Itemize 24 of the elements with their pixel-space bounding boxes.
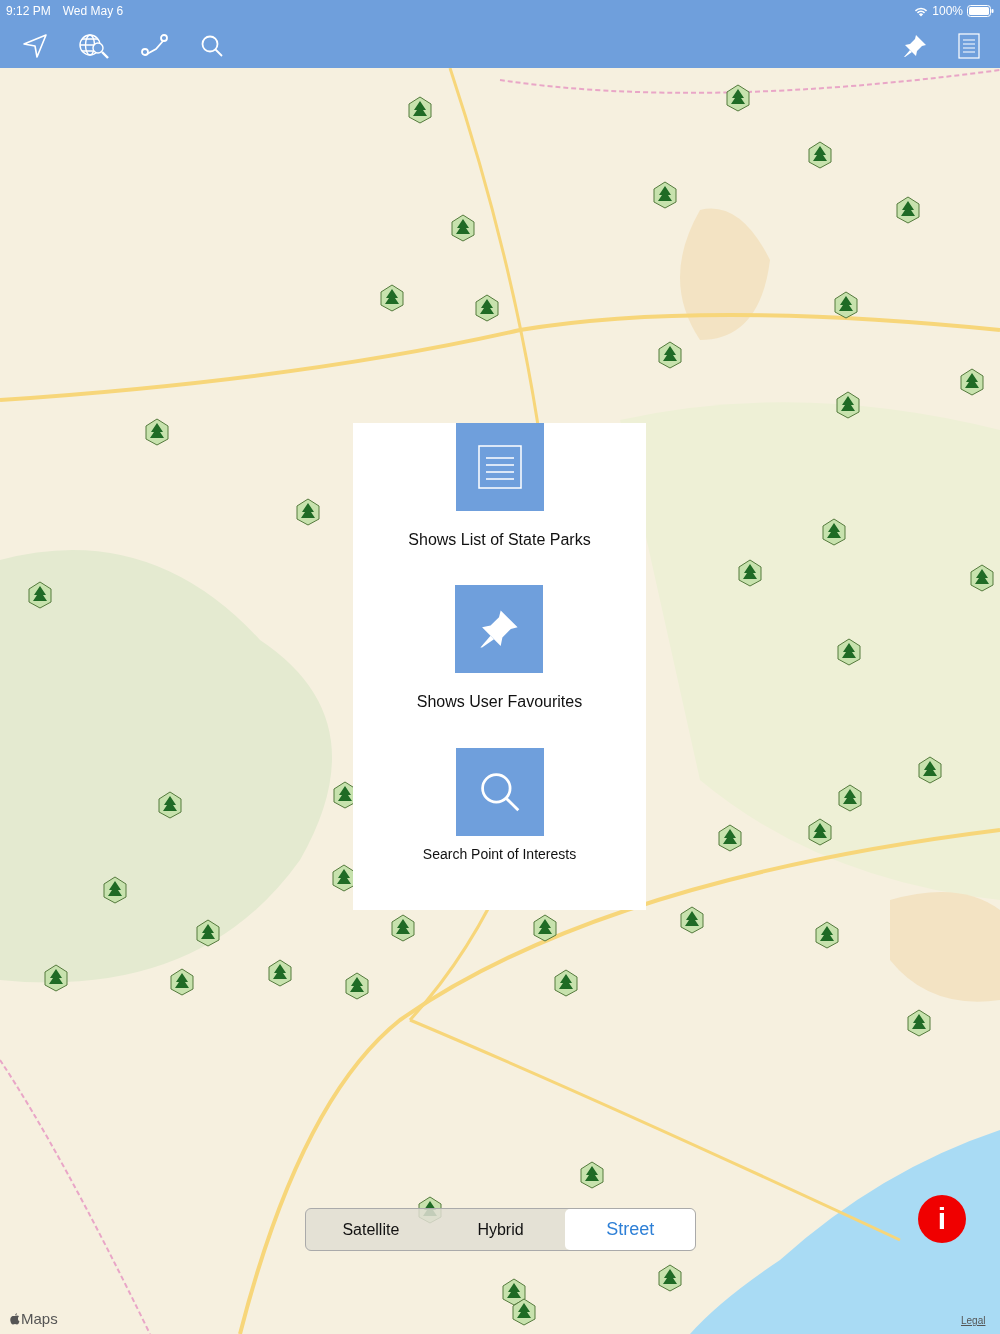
- route-icon[interactable]: [140, 33, 170, 59]
- maps-logo: Maps: [21, 1310, 58, 1327]
- pushpin-icon[interactable]: [902, 33, 928, 59]
- list-icon[interactable]: [958, 33, 980, 59]
- status-date: Wed May 6: [62, 4, 124, 18]
- map-type-segment[interactable]: Hybrid: [435, 1209, 566, 1250]
- menu-label[interactable]: Search Point of Interests: [422, 845, 577, 862]
- battery-icon: [967, 5, 994, 17]
- menu-label[interactable]: Shows User Favourites: [416, 693, 583, 712]
- battery-percent: 100%: [932, 4, 963, 18]
- map-type-segment[interactable]: Satellite: [306, 1209, 436, 1250]
- search-icon[interactable]: [200, 34, 224, 58]
- menu-tile[interactable]: [455, 585, 544, 674]
- status-time: 9:12 PM: [6, 4, 51, 18]
- map-type-segment[interactable]: Street: [565, 1209, 695, 1250]
- menu-label[interactable]: Shows List of State Parks: [408, 531, 591, 549]
- list-icon: [477, 445, 522, 489]
- location-arrow-icon[interactable]: [22, 33, 48, 59]
- menu-tile[interactable]: [455, 747, 544, 836]
- wifi-icon: [914, 5, 929, 17]
- menu-tile[interactable]: [455, 423, 544, 511]
- apple-logo-icon: [10, 1312, 20, 1325]
- globe-search-icon[interactable]: [78, 33, 110, 59]
- legal-link[interactable]: Legal: [961, 1315, 986, 1326]
